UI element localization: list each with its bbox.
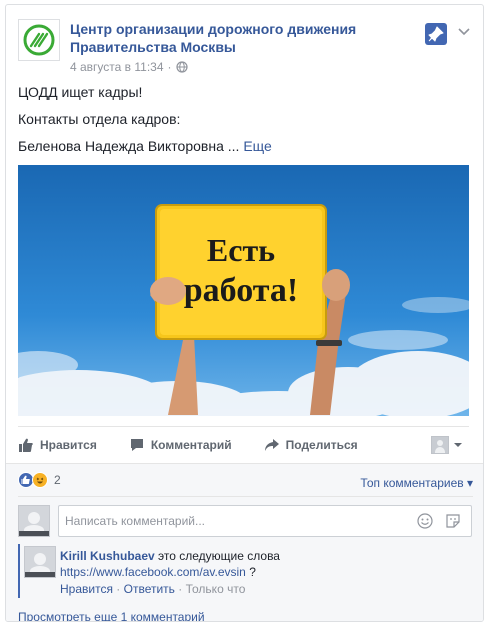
comment-author-avatar[interactable] bbox=[24, 546, 56, 578]
reaction-count: 2 bbox=[54, 473, 61, 487]
comment-item: Kirill Kushubaev это следующие слова htt… bbox=[18, 544, 473, 598]
comment-input[interactable] bbox=[59, 506, 399, 536]
meta-separator: · bbox=[167, 60, 172, 74]
post-line-2: Контакты отдела кадров: bbox=[18, 111, 181, 127]
post-line-1: ЦОДД ищет кадры! bbox=[18, 84, 143, 100]
divider bbox=[18, 496, 473, 497]
smiley-icon bbox=[417, 513, 433, 529]
comment-label: Комментарий bbox=[150, 437, 232, 452]
like-label: Нравится bbox=[40, 437, 97, 452]
comment-composer bbox=[58, 505, 472, 537]
post-options-button[interactable] bbox=[455, 23, 473, 41]
comment-like-link[interactable]: Нравится bbox=[60, 582, 113, 596]
chevron-down-icon bbox=[454, 443, 462, 447]
comment-reply-link[interactable]: Ответить bbox=[124, 582, 175, 596]
globe-icon[interactable] bbox=[175, 61, 188, 73]
share-button[interactable]: Поделиться bbox=[264, 437, 358, 453]
sort-comments-dropdown[interactable]: Топ комментариев ▾ bbox=[360, 476, 473, 490]
comment-actions-separator: · bbox=[116, 582, 121, 596]
post-header: Центр организации дорожного движения Пра… bbox=[16, 13, 473, 74]
share-arrow-icon bbox=[264, 438, 279, 451]
chevron-down-icon bbox=[458, 28, 470, 36]
post-image[interactable]: Есть работа! bbox=[18, 165, 469, 416]
post-card: Центр организации дорожного движения Пра… bbox=[5, 4, 484, 622]
comment-url-link[interactable]: https://www.facebook.com/av.evsin bbox=[60, 565, 246, 579]
comment-author-link[interactable]: Kirill Kushubaev bbox=[60, 549, 155, 563]
sign-text-line-2: работа! bbox=[184, 272, 298, 309]
current-user-avatar[interactable] bbox=[18, 505, 50, 537]
sign-text-line-1: Есть bbox=[207, 232, 275, 268]
haha-reaction-icon bbox=[32, 472, 48, 488]
comment-button[interactable]: Комментарий bbox=[129, 437, 232, 453]
page-avatar[interactable] bbox=[18, 19, 60, 61]
codd-logo-icon bbox=[23, 24, 55, 56]
see-more-link[interactable]: Еще bbox=[243, 138, 272, 154]
comment-suffix: ? bbox=[249, 565, 256, 579]
share-label: Поделиться bbox=[285, 437, 358, 452]
emoji-button[interactable] bbox=[417, 513, 433, 529]
post-text: ЦОДД ищет кадры! Контакты отдела кадров:… bbox=[18, 83, 471, 164]
pin-button[interactable] bbox=[425, 23, 447, 45]
post-meta: 4 августа в 11:34 · bbox=[70, 60, 188, 74]
speech-bubble-icon bbox=[130, 438, 143, 451]
reactions-summary[interactable]: 2 bbox=[18, 472, 61, 488]
comment-actions-separator: · bbox=[178, 582, 183, 596]
sticker-button[interactable] bbox=[445, 513, 461, 529]
sticker-icon bbox=[446, 514, 460, 528]
post-actions: Нравится Комментарий Поделиться bbox=[18, 426, 469, 462]
identity-avatar bbox=[431, 436, 449, 454]
like-button[interactable]: Нравится bbox=[18, 437, 97, 453]
choose-identity-button[interactable] bbox=[431, 436, 463, 454]
pin-icon bbox=[428, 26, 444, 42]
comment-text: это следующие слова bbox=[158, 549, 280, 563]
post-timestamp[interactable]: 4 августа в 11:34 bbox=[70, 60, 164, 74]
post-photo: Есть работа! bbox=[18, 165, 469, 416]
comment-body: Kirill Kushubaev это следующие слова htt… bbox=[60, 548, 280, 580]
post-line-3: Беленова Надежда Викторовна ... Еще bbox=[18, 137, 471, 156]
comment-time[interactable]: Только что bbox=[186, 582, 246, 596]
thumbs-up-icon bbox=[19, 438, 33, 452]
comments-section: 2 Топ комментариев ▾ Написать комментари… bbox=[6, 463, 483, 621]
comment-actions: Нравится · Ответить · Только что bbox=[60, 582, 245, 596]
view-more-comments-link[interactable]: Просмотреть еще 1 комментарий bbox=[18, 610, 205, 621]
post-line-3-text: Беленова Надежда Викторовна ... bbox=[18, 138, 240, 154]
page-name-link[interactable]: Центр организации дорожного движения Пра… bbox=[70, 20, 400, 56]
